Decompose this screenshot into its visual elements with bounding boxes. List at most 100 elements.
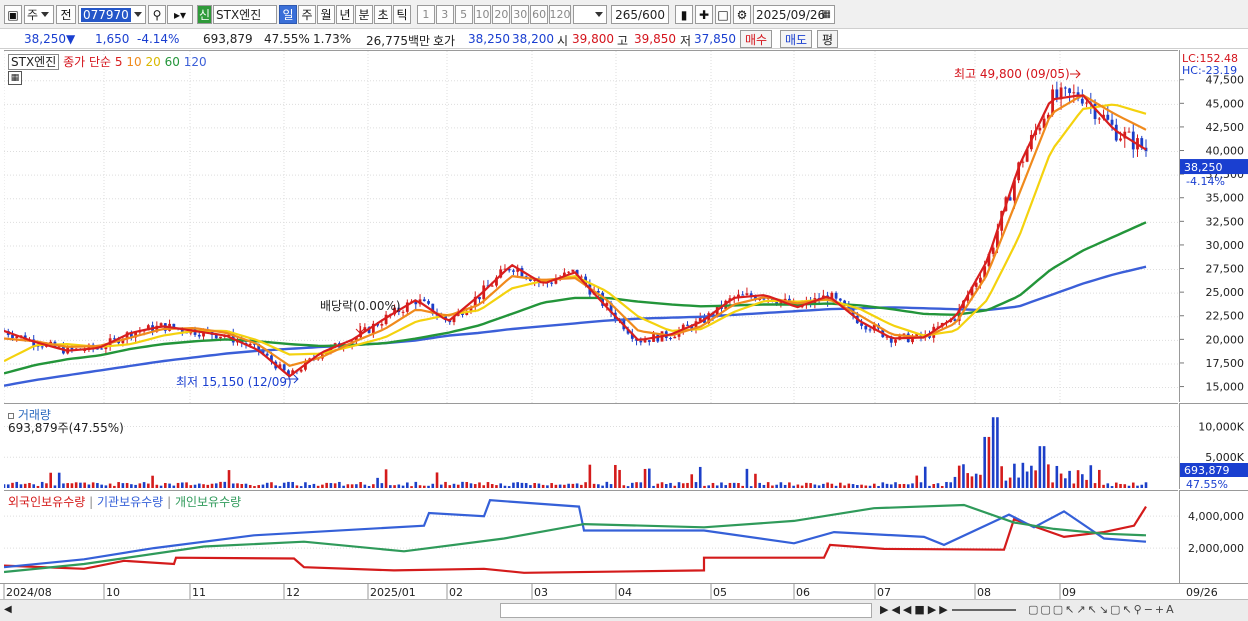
volume-bar (214, 483, 218, 488)
scroll-bar[interactable]: ◀ ▶◀◀■▶▶ ▢▢▢↖↗↖↘▢↖⚲−+A (0, 599, 1248, 621)
volume-bar (928, 485, 931, 488)
interval-tab-5[interactable]: 초 (374, 5, 392, 24)
calendar-icon[interactable]: ▦ (822, 9, 831, 20)
tick-button-1[interactable]: 1 (417, 5, 435, 24)
search-icon[interactable]: ⚲ (148, 5, 166, 24)
volume-bar (894, 482, 897, 488)
interval-tab-1[interactable]: 주 (298, 5, 316, 24)
date-field[interactable]: 2025/09/26 ▦ (753, 5, 835, 24)
volume-bar (113, 485, 116, 488)
period-select[interactable]: 주 (24, 5, 54, 24)
x-tick-label: 09 (1062, 586, 1076, 599)
price-legend: STX엔진 종가 단순 5 10 20 60 120 (8, 53, 207, 70)
volume-bar (53, 485, 57, 488)
x-tick-label: 05 (713, 586, 727, 599)
code-input[interactable]: 077970 (78, 5, 146, 24)
bid-price: 38,200 (512, 32, 554, 46)
y-tick-label: 15,000 (1206, 381, 1245, 394)
stock-name: STX엔진 (216, 8, 262, 22)
volume-bar (669, 482, 672, 488)
count-field[interactable]: 265/600 (611, 5, 669, 24)
candle-body (1127, 131, 1131, 133)
volume-bar (724, 485, 728, 488)
volume-bar (193, 484, 197, 488)
candle-icon[interactable]: ▮ (675, 5, 693, 24)
x-tick-label: 2025/01 (370, 586, 416, 599)
volume-bar (597, 484, 600, 488)
volume-bar (1017, 477, 1020, 488)
volume-chart[interactable] (2, 404, 1178, 490)
holdings-panel[interactable]: 외국인보유수량 | 기관보유수량 | 개인보유수량 (3, 490, 1178, 583)
playback-controls[interactable]: ▶◀◀■▶▶ (880, 603, 951, 616)
candle-body (1063, 87, 1067, 89)
interval-tab-2[interactable]: 월 (317, 5, 335, 24)
gear-icon[interactable]: ⚙ (733, 5, 751, 24)
tick-button-20[interactable]: 20 (492, 5, 511, 24)
price-chart-panel[interactable]: STX엔진 종가 단순 5 10 20 60 120 ▦ 최고 49,800 (… (2, 50, 1178, 403)
volume-bar (609, 484, 613, 488)
volume-axis-svg: 10,000K 5,000K693,87947.55% (1180, 420, 1248, 491)
tick-button-30[interactable]: 30 (511, 5, 530, 24)
price-chart[interactable] (2, 51, 1178, 403)
tick-button-3[interactable]: 3 (435, 5, 454, 24)
interval-tab-6[interactable]: 틱 (393, 5, 411, 24)
mode-button[interactable]: 전 (56, 5, 76, 24)
volume-bar (584, 482, 587, 488)
price-axis: 47,500 45,000 42,500 40,000 37,500 35,000 32,5… (1179, 50, 1248, 402)
crosshair-icon[interactable]: ✚ (695, 5, 713, 24)
volume-bar (155, 484, 159, 488)
interval-tab-0[interactable]: 일 (279, 5, 297, 24)
volume-bar (698, 466, 702, 488)
grid-icon[interactable]: ▦ (8, 71, 22, 85)
volume-bar (1042, 446, 1046, 488)
volume-bar (325, 482, 328, 488)
interval-tab-4[interactable]: 분 (355, 5, 373, 24)
volume-bar (962, 464, 965, 488)
tick-button-120[interactable]: 120 (549, 5, 572, 24)
x-tick-label: 02 (449, 586, 463, 599)
x-tick-label: 08 (977, 586, 991, 599)
volume-bar (529, 485, 532, 488)
tick-button-5[interactable]: 5 (454, 5, 473, 24)
volume-bar (376, 477, 379, 488)
tick-button-60[interactable]: 60 (530, 5, 549, 24)
open-price: 39,800 (572, 32, 614, 46)
save-icon[interactable]: □ (715, 5, 731, 24)
code-value: 077970 (81, 7, 131, 22)
candle-body (838, 298, 842, 301)
volume-bar (482, 485, 486, 488)
volume-bar (558, 484, 562, 488)
speaker-icon[interactable]: ▸▾ (167, 5, 193, 24)
price-axis-svg: 47,50045,00042,50040,00037,50035,00032,5… (1180, 74, 1248, 394)
tick-button-10[interactable]: 10 (473, 5, 492, 24)
candle-body (669, 338, 672, 340)
volume-bar (715, 485, 719, 488)
zoom-slider[interactable] (952, 609, 1016, 611)
volume-panel[interactable]: 거래량 693,879주(47.55%) (2, 403, 1178, 490)
buy-button[interactable]: 매수 (740, 30, 773, 48)
current-pct-label: -4.14% (1186, 175, 1225, 188)
scroll-left-icon[interactable]: ◀ (4, 604, 12, 615)
volume-bar (291, 481, 294, 488)
drawing-tools[interactable]: ▢▢▢↖↗↖↘▢↖⚲−+A (1028, 603, 1176, 616)
volume-bar (681, 483, 685, 488)
sell-button[interactable]: 매도 (780, 30, 813, 48)
volume-bar (473, 484, 477, 488)
window-menu-icon[interactable]: ▣ (4, 5, 22, 24)
scroll-thumb[interactable] (500, 603, 872, 618)
legend-foreign: 외국인보유수량 (8, 495, 86, 509)
candle-body (550, 282, 554, 284)
candle-body (197, 334, 201, 337)
high-price: 39,850 (634, 32, 676, 46)
unit-select[interactable] (573, 5, 607, 24)
volume-bar (677, 482, 681, 488)
interval-tab-3[interactable]: 년 (336, 5, 354, 24)
volume-bar (1114, 482, 1118, 488)
eval-button[interactable]: 평 (817, 30, 839, 48)
volume-bar (987, 436, 991, 488)
volume-bar (1127, 485, 1131, 488)
volume-bar (91, 482, 95, 488)
volume-bar (100, 484, 103, 488)
legend-stock-name[interactable]: STX엔진 (8, 54, 60, 70)
volume-bar (389, 485, 392, 488)
